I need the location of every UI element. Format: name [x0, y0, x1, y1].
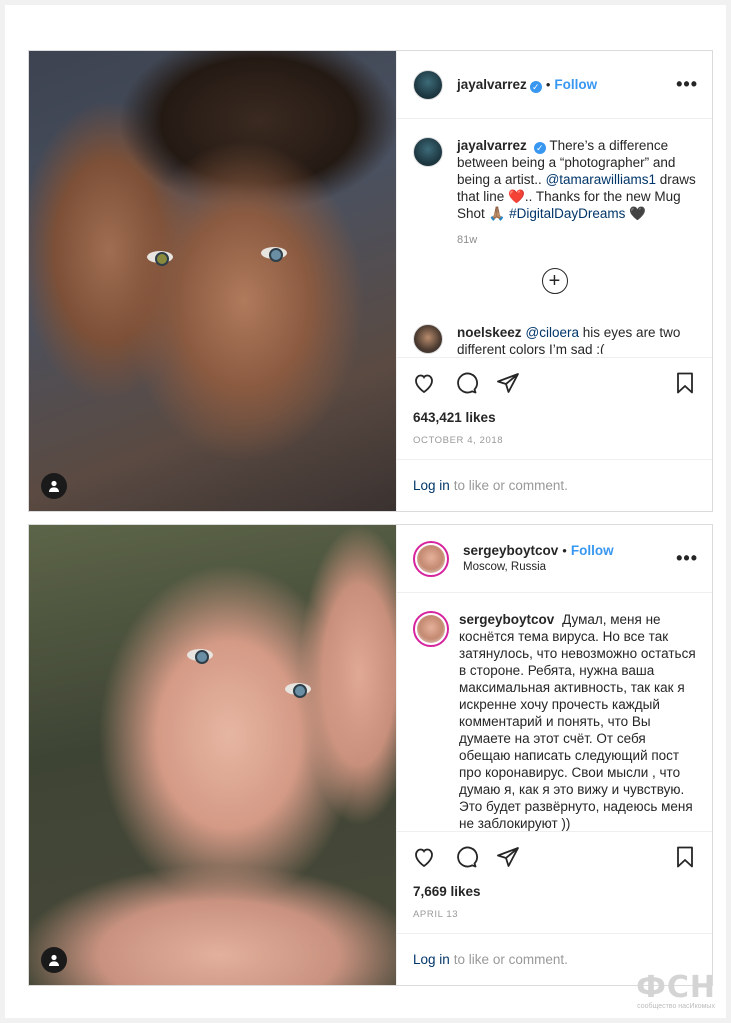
hashtag-link[interactable]: #DigitalDayDreams	[509, 206, 625, 221]
collage-sheet: jayalvarrez ✓ • Follow ••• jayalvarrez ✓ The…	[5, 5, 726, 1018]
separator: •	[545, 77, 551, 92]
login-prompt-text: to like or comment.	[453, 952, 568, 967]
login-link[interactable]: Log in	[413, 952, 450, 967]
follow-button[interactable]: Follow	[554, 77, 597, 92]
separator: •	[562, 542, 567, 558]
avatar[interactable]	[413, 540, 449, 577]
heart-icon	[415, 848, 433, 867]
right-eye	[261, 247, 287, 262]
avatar[interactable]	[413, 137, 443, 167]
post-header: sergeyboytcov • Follow Moscow, Russia •••	[397, 525, 712, 593]
instagram-post-2: sergeyboytcov • Follow Moscow, Russia ••• …	[28, 524, 713, 986]
caption: sergeyboytcov Думал, меня не коснётся те…	[413, 611, 696, 831]
post-date: OCTOBER 4, 2018	[413, 435, 504, 446]
save-button[interactable]	[672, 844, 698, 870]
bookmark-icon	[677, 846, 693, 867]
comment-icon	[457, 372, 478, 393]
login-link[interactable]: Log in	[413, 478, 450, 493]
caption-username-link[interactable]: sergeyboytcov	[459, 612, 554, 627]
header-text: jayalvarrez ✓ • Follow	[457, 76, 676, 93]
left-eye	[147, 251, 173, 266]
mention-link[interactable]: @tamarawilliams1	[546, 172, 656, 187]
caption-part: 🖤	[625, 206, 646, 221]
caption-text: sergeyboytcov Думал, меня не коснётся те…	[459, 611, 696, 831]
action-bar	[397, 357, 712, 407]
comment-button[interactable]	[453, 844, 479, 870]
username-link[interactable]: sergeyboytcov	[463, 543, 558, 558]
more-options-icon[interactable]: •••	[676, 548, 698, 569]
avatar[interactable]	[413, 611, 449, 647]
bookmark-icon	[677, 372, 693, 393]
likes-count[interactable]: 643,421 likes	[397, 407, 712, 429]
share-button[interactable]	[495, 844, 521, 870]
share-icon	[497, 846, 519, 867]
likes-count[interactable]: 7,669 likes	[397, 881, 712, 903]
watermark-tagline: сообщество насИкомых	[637, 1003, 715, 1010]
save-button[interactable]	[672, 370, 698, 396]
comments-panel[interactable]: sergeyboytcov Думал, меня не коснётся те…	[397, 593, 712, 831]
username-link[interactable]: jayalvarrez	[457, 77, 527, 92]
avatar[interactable]	[413, 69, 443, 100]
caption-text: jayalvarrez ✓ There’s a difference betwee…	[457, 137, 696, 222]
left-eye	[187, 649, 213, 664]
action-bar	[397, 831, 712, 881]
post-sidebar: jayalvarrez ✓ • Follow ••• jayalvarrez ✓ The…	[397, 51, 712, 511]
header-text: sergeyboytcov • Follow Moscow, Russia	[463, 542, 676, 576]
post-photo[interactable]	[29, 51, 397, 511]
post-header: jayalvarrez ✓ • Follow •••	[397, 51, 712, 119]
comment-button[interactable]	[453, 370, 479, 396]
post-date: APRIL 13	[413, 909, 459, 920]
avatar[interactable]	[413, 324, 443, 354]
caption-body: Думал, меня не коснётся тема вируса. Но …	[459, 612, 696, 831]
instagram-post-1: jayalvarrez ✓ • Follow ••• jayalvarrez ✓ The…	[28, 50, 713, 512]
post-sidebar: sergeyboytcov • Follow Moscow, Russia ••• …	[397, 525, 712, 985]
heart-icon	[415, 374, 433, 393]
login-prompt-text: to like or comment.	[453, 478, 568, 493]
login-prompt: Log in to like or comment.	[397, 459, 712, 511]
comment-text: noelskeez @ciloera his eyes are two diffe…	[457, 324, 696, 354]
comments-panel[interactable]: jayalvarrez ✓ There’s a difference betwee…	[397, 119, 712, 357]
tagged-user-icon[interactable]	[41, 947, 67, 973]
mention-link[interactable]: @ciloera	[526, 325, 579, 340]
share-icon	[497, 372, 519, 393]
comment-username-link[interactable]: noelskeez	[457, 325, 522, 340]
like-button[interactable]	[411, 844, 437, 870]
verified-badge-icon: ✓	[529, 81, 542, 93]
like-button[interactable]	[411, 370, 437, 396]
tagged-user-icon[interactable]	[41, 473, 67, 499]
post-age[interactable]: 81w	[457, 234, 696, 246]
comment-icon	[457, 846, 478, 867]
follow-button[interactable]: Follow	[571, 543, 614, 558]
location-link[interactable]: Moscow, Russia	[463, 559, 676, 576]
verified-badge-icon: ✓	[533, 142, 546, 154]
post-photo[interactable]	[29, 525, 397, 985]
caption-username-link[interactable]: jayalvarrez	[457, 138, 527, 153]
load-more-comments-button[interactable]: +	[541, 268, 568, 294]
share-button[interactable]	[495, 370, 521, 396]
comment-item: noelskeez @ciloera his eyes are two diffe…	[413, 324, 696, 354]
watermark-logo-text: ФСН	[636, 970, 716, 1005]
more-options-icon[interactable]: •••	[676, 74, 698, 95]
right-eye	[285, 683, 311, 698]
caption: jayalvarrez ✓ There’s a difference betwee…	[413, 137, 696, 222]
watermark-logo: ФСН сообщество насИкомых	[636, 970, 716, 1011]
